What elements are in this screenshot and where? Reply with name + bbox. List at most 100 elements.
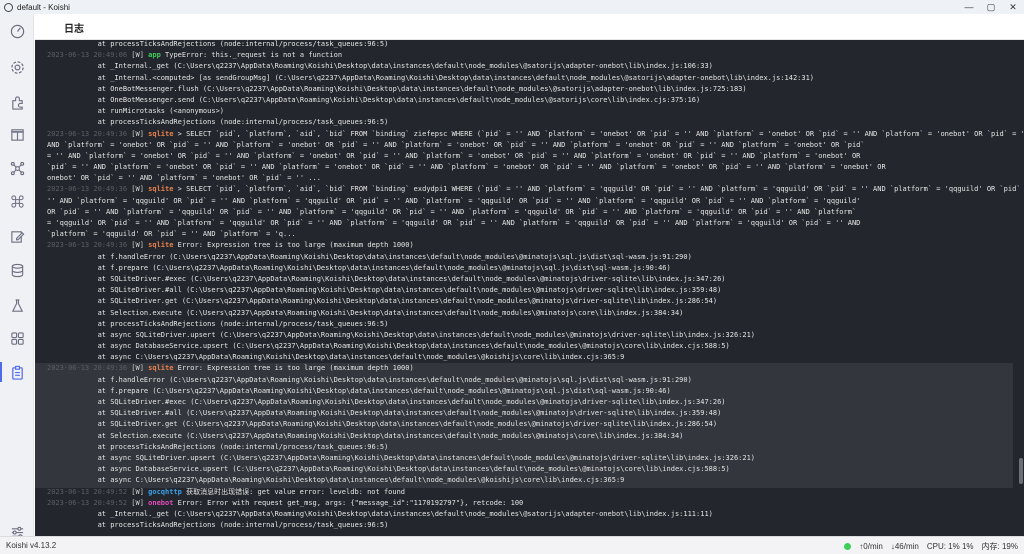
log-message: AND `platform` = 'onebot' OR `pid` = '' … — [47, 140, 865, 149]
log-message: OR `pid` = '' AND `platform` = 'qqguild'… — [47, 207, 857, 216]
log-line: at Selection.execute (C:\Users\q2237\App… — [47, 308, 1017, 319]
log-module: sqlite — [148, 129, 174, 138]
log-level: [W] — [127, 487, 149, 496]
log-message: Error: Expression tree is too large (max… — [173, 241, 414, 250]
log-message: at processTicksAndRejections (node:inter… — [47, 521, 389, 530]
log-module: gocqhttp — [148, 487, 182, 496]
log-message: onebot' OR `pid` = '' AND `platform` = '… — [47, 174, 321, 183]
log-message: at processTicksAndRejections (node:inter… — [47, 319, 389, 328]
log-line: = 'qqguild' OR `pid` = '' AND `platform`… — [47, 218, 1017, 229]
log-message: at async SQLiteDriver.upsert (C:\Users\q… — [47, 330, 756, 339]
log-timestamp: 2023-06-13 20:49:06 — [47, 51, 128, 60]
settings-icon[interactable] — [9, 59, 25, 75]
log-message: > SELECT `pid`, `platform`, `aid`, `bid`… — [173, 129, 1024, 138]
log-line: at f.prepare (C:\Users\q2237\AppData\Roa… — [47, 263, 1017, 274]
log-timestamp: 2023-06-13 20:49:36 — [47, 241, 128, 250]
log-message: `platform` = 'qqguild' OR `pid` = '' AND… — [47, 230, 296, 239]
log-line: at async DatabaseService.upsert (C:\User… — [47, 464, 1017, 475]
log-line: OR `pid` = '' AND `platform` = 'qqguild'… — [47, 207, 1017, 218]
log-line: at async DatabaseService.upsert (C:\User… — [47, 341, 1017, 352]
maximize-button[interactable]: ▢ — [980, 0, 1002, 14]
log-message: at SQLiteDriver.#all (C:\Users\q2237\App… — [47, 286, 722, 295]
plugin-icon[interactable] — [9, 94, 25, 110]
page-header: 日志 — [35, 14, 1024, 40]
grid-icon[interactable] — [9, 330, 25, 346]
log-line: at SQLiteDriver.#exec (C:\Users\q2237\Ap… — [47, 397, 1017, 408]
log-lines: at processTicksAndRejections (node:inter… — [47, 40, 1024, 531]
minimize-button[interactable]: — — [958, 0, 980, 14]
log-line: at Selection.execute (C:\Users\q2237\App… — [47, 431, 1017, 442]
download-rate-value: 46/min — [894, 542, 919, 551]
log-message: at OneBotMessenger.flush (C:\Users\q2237… — [47, 84, 747, 93]
log-line: at processTicksAndRejections (node:inter… — [47, 319, 1017, 330]
log-line: at async SQLiteDriver.upsert (C:\Users\q… — [47, 453, 1017, 464]
log-line: at async C:\Users\q2237\AppData\Roaming\… — [47, 352, 1017, 363]
log-level: [W] — [127, 185, 149, 194]
log-timestamp: 2023-06-13 20:49:36 — [47, 185, 128, 194]
log-timestamp: 2023-06-13 20:49:36 — [47, 129, 128, 138]
scrollbar-thumb[interactable] — [1019, 458, 1023, 484]
log-line: at processTicksAndRejections (node:inter… — [47, 117, 1017, 128]
log-line: at f.handleError (C:\Users\q2237\AppData… — [47, 252, 1017, 263]
log-message: at processTicksAndRejections (node:inter… — [47, 40, 389, 48]
log-module: sqlite — [148, 241, 174, 250]
log-message: = '' AND `platform` = 'onebot' OR `pid` … — [47, 151, 861, 160]
connection-status-icon — [844, 543, 852, 550]
log-message: at SQLiteDriver.get (C:\Users\q2237\AppD… — [47, 420, 718, 429]
activity-bar — [0, 14, 34, 538]
status-metrics: ↑0/min ↓46/min CPU: 1% 1% 内存: 19% — [844, 541, 1018, 552]
dashboard-icon[interactable] — [9, 23, 25, 39]
log-module: onebot — [148, 498, 174, 507]
log-timestamp: 2023-06-13 20:49:52 — [47, 498, 128, 507]
log-entry: 2023-06-13 20:49:36 [W] sqlite > SELECT … — [47, 184, 1021, 195]
log-line: at OneBotMessenger.send (C:\Users\q2237\… — [47, 95, 1017, 106]
log-line: onebot' OR `pid` = '' AND `platform` = '… — [47, 173, 1017, 184]
log-line: at async C:\Users\q2237\AppData\Roaming\… — [47, 475, 1017, 486]
log-line: at _Internal._get (C:\Users\q2237\AppDat… — [47, 61, 1017, 72]
log-module: app — [148, 51, 161, 60]
log-message: at _Internal._get (C:\Users\q2237\AppDat… — [47, 509, 713, 518]
log-message: at SQLiteDriver.#exec (C:\Users\q2237\Ap… — [47, 398, 726, 406]
log-message: at SQLiteDriver.get (C:\Users\q2237\AppD… — [47, 297, 718, 306]
sandbox-icon[interactable] — [9, 297, 25, 313]
log-message: at async SQLiteDriver.upsert (C:\Users\q… — [47, 453, 756, 462]
log-message: at OneBotMessenger.send (C:\Users\q2237\… — [47, 95, 701, 104]
status-bar: Koishi v4.13.2 ↑0/min ↓46/min CPU: 1% 1%… — [0, 536, 1024, 554]
log-line: at _Internal.<computed> [as sendGroupMsg… — [47, 73, 1017, 84]
edit-icon[interactable] — [9, 228, 25, 244]
log-line: at OneBotMessenger.flush (C:\Users\q2237… — [47, 84, 1017, 95]
database-icon[interactable] — [9, 262, 25, 278]
log-message: at runMicrotasks (<anonymous>) — [47, 107, 225, 116]
log-message: TypeError: this._request is not a functi… — [160, 51, 343, 60]
log-line: at f.prepare (C:\Users\q2237\AppData\Roa… — [47, 386, 1017, 397]
log-message: at f.prepare (C:\Users\q2237\AppData\Roa… — [47, 263, 671, 272]
log-message: at async C:\Users\q2237\AppData\Roaming\… — [47, 353, 625, 362]
log-line: at f.handleError (C:\Users\q2237\AppData… — [47, 375, 1017, 386]
logs-icon[interactable] — [0, 362, 25, 382]
log-line: = '' AND `platform` = 'onebot' OR `pid` … — [47, 151, 1017, 162]
log-message: Error: Error with request get_msg, args:… — [173, 498, 524, 507]
log-message: at async DatabaseService.upsert (C:\User… — [47, 465, 730, 474]
log-message: at _Internal._get (C:\Users\q2237\AppDat… — [47, 62, 713, 71]
log-line: at SQLiteDriver.#all (C:\Users\q2237\App… — [47, 408, 1017, 419]
dependencies-icon[interactable] — [9, 160, 25, 176]
log-message: at SQLiteDriver.#all (C:\Users\q2237\App… — [47, 409, 722, 418]
log-line: at SQLiteDriver.get (C:\Users\q2237\AppD… — [47, 296, 1017, 307]
log-message: at f.handleError (C:\Users\q2237\AppData… — [47, 252, 692, 261]
log-message: at async C:\Users\q2237\AppData\Roaming\… — [47, 476, 625, 485]
log-line: at processTicksAndRejections (node:inter… — [47, 520, 1017, 531]
page-title: 日志 — [64, 24, 84, 35]
console-scrollbar[interactable] — [1017, 40, 1023, 536]
log-line: at runMicrotasks (<anonymous>) — [47, 106, 1017, 117]
log-level: [W] — [127, 498, 149, 507]
memory-usage: 内存: 19% — [981, 542, 1018, 551]
log-console[interactable]: at processTicksAndRejections (node:inter… — [35, 40, 1024, 536]
close-button[interactable]: ✕ — [1002, 0, 1024, 14]
market-icon[interactable] — [9, 126, 25, 142]
log-message: at Selection.execute (C:\Users\q2237\App… — [47, 431, 684, 440]
log-level: [W] — [127, 51, 149, 60]
commands-icon[interactable] — [9, 193, 25, 209]
log-entry: 2023-06-13 20:49:36 [W] sqlite Error: Ex… — [47, 240, 1017, 251]
log-module: sqlite — [148, 185, 174, 194]
cpu-usage: CPU: 1% 1% — [926, 542, 974, 551]
